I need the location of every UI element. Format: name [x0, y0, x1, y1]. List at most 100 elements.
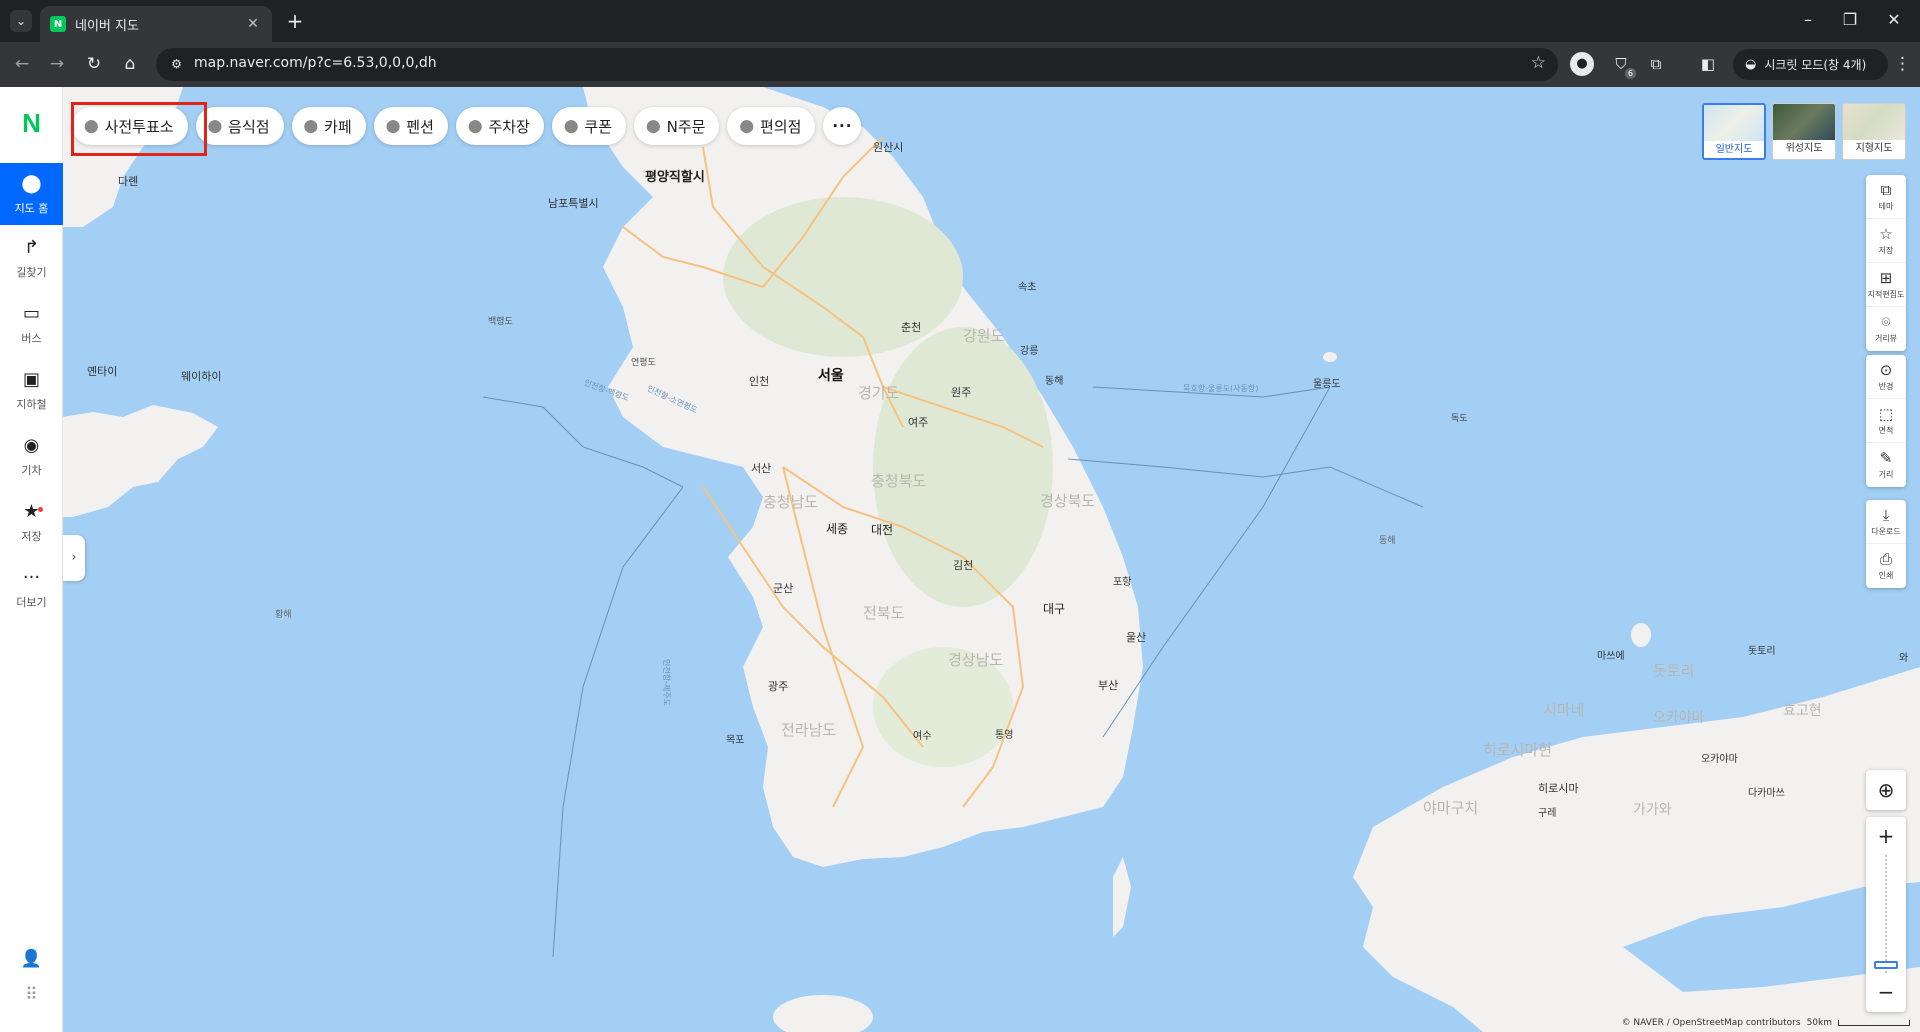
map-label-city[interactable]: 여수	[913, 727, 931, 742]
chip-early-voting[interactable]: ⬤ 사전투표소	[72, 107, 188, 145]
map-label-city[interactable]: 마쓰에	[1597, 647, 1625, 662]
forward-icon[interactable]: →	[45, 52, 69, 76]
map-label-city[interactable]: 김천	[953, 557, 973, 573]
site-info-icon[interactable]: ⚙	[168, 56, 185, 73]
map-label-city[interactable]: 광주	[768, 678, 788, 694]
map-label-city[interactable]: 평양직할시	[645, 166, 705, 185]
tab-close-icon[interactable]: ✕	[244, 16, 262, 32]
map-label-city[interactable]: 옌타이	[87, 363, 117, 379]
ublock-extension-icon[interactable]: ⛉ 6	[1608, 51, 1636, 79]
map-label-city[interactable]: 세종	[826, 520, 848, 537]
url-text[interactable]: map.naver.com/p?c=6.53,0,0,0,dh	[194, 55, 437, 71]
sidebar-item-label: 길찾기	[16, 265, 47, 279]
zoom-slider-track[interactable]	[1885, 855, 1887, 973]
map-label-city[interactable]: 연평도	[631, 355, 656, 368]
bookmark-star-icon[interactable]: ☆	[1531, 53, 1546, 73]
tool-street-view[interactable]: ⌾ 거리뷰	[1866, 307, 1906, 351]
map-label-city[interactable]: 춘천	[901, 319, 921, 335]
sidebar-item-map-home[interactable]: ⬤ 지도 홈	[0, 163, 63, 225]
map-label-city[interactable]: 목포	[726, 731, 744, 746]
new-tab-button[interactable]: +	[283, 9, 307, 33]
panel-expand-icon[interactable]: ›	[63, 535, 85, 581]
browser-menu-icon[interactable]: ⋮	[1894, 52, 1911, 76]
browser-tab[interactable]: N 네이버 지도 ✕	[40, 6, 272, 42]
map-label-city[interactable]: 동해	[1045, 372, 1063, 387]
home-icon[interactable]: ⌂	[118, 52, 142, 76]
map-label-city[interactable]: 군산	[773, 580, 793, 596]
chip-n-order[interactable]: ⬤ N주문	[634, 107, 720, 145]
address-bar[interactable]: ⚙ map.naver.com/p?c=6.53,0,0,0,dh ☆	[156, 48, 1558, 81]
map-label-city[interactable]: 속초	[1018, 278, 1036, 293]
incognito-indicator[interactable]: ◒ 시크릿 모드(창 4개)	[1733, 49, 1888, 80]
back-icon[interactable]: ←	[10, 52, 34, 76]
map-label-city[interactable]: 다롄	[118, 173, 138, 189]
map-label-city[interactable]: 백령도	[488, 314, 513, 327]
chip-parking[interactable]: ⬤ 주차장	[455, 107, 544, 145]
tool-print[interactable]: ⎙ 인쇄	[1866, 544, 1906, 588]
map-label-city[interactable]: 포항	[1113, 573, 1131, 588]
tool-save[interactable]: ☆ 저장	[1866, 219, 1906, 263]
tool-area[interactable]: ⬚ 면적	[1866, 399, 1906, 443]
chip-pension[interactable]: ⬤ 펜션	[373, 107, 448, 145]
chip-cafe[interactable]: ⬤ 카페	[291, 107, 366, 145]
tool-radius[interactable]: ⊙ 반경	[1866, 355, 1906, 399]
map-label-city[interactable]: 대전	[871, 521, 893, 538]
map-label-city[interactable]: 울릉도	[1313, 375, 1341, 390]
map-label-city[interactable]: 인천	[749, 373, 769, 389]
side-panel-icon[interactable]: ◧	[1695, 51, 1721, 77]
map-label-city[interactable]: 돗토리	[1748, 642, 1776, 657]
map-label-city[interactable]: 서울	[818, 365, 844, 385]
tool-download[interactable]: ⤓ 다운로드	[1866, 500, 1906, 544]
map-label-city[interactable]: 오카야마	[1701, 750, 1738, 765]
chip-coupon[interactable]: ⬤ 쿠폰	[551, 107, 627, 145]
map-type-satellite[interactable]: 위성지도	[1772, 103, 1836, 160]
sidebar-item-subway[interactable]: ▣ 지하철	[0, 359, 63, 421]
more-categories-button[interactable]: ···	[823, 107, 862, 145]
map-label-city[interactable]: 독도	[1451, 411, 1468, 424]
map-label-city[interactable]: 울산	[1126, 629, 1146, 645]
user-profile-icon[interactable]: 👤	[0, 949, 63, 969]
sidebar-item-label: 기차	[21, 463, 42, 477]
map-label-city[interactable]: 구레	[1538, 804, 1556, 819]
sidebar-item-directions[interactable]: ↱ 길찾기	[0, 227, 63, 289]
map-label-city[interactable]: 원주	[951, 384, 971, 400]
sidebar-item-more[interactable]: ··· 더보기	[0, 557, 63, 619]
chip-restaurant[interactable]: ⬤ 음식점	[195, 107, 284, 145]
minimize-icon[interactable]: –	[1796, 8, 1820, 32]
map-type-normal[interactable]: 일반지도	[1702, 103, 1766, 160]
sidebar-item-bus[interactable]: ▭ 버스	[0, 293, 63, 355]
tool-cadastral[interactable]: ⊞ 지적편집도	[1866, 263, 1906, 307]
map-label-city[interactable]: 다카마쓰	[1748, 784, 1785, 799]
map-label-city[interactable]: 원산시	[873, 139, 903, 155]
map-canvas[interactable]: 평양직할시 남포특별시 원산시 서울 인천 춘천 강릉 동해 원주 여주 서산 …	[63, 87, 1920, 1032]
map-label-city[interactable]: 여주	[908, 414, 928, 430]
tool-theme[interactable]: ⧉ 테마	[1866, 175, 1906, 219]
zoom-slider-handle[interactable]	[1874, 960, 1898, 969]
naver-logo[interactable]: N	[0, 101, 63, 145]
extensions-puzzle-icon[interactable]: ⧉	[1643, 51, 1669, 77]
current-location-icon[interactable]: ⊕	[1866, 770, 1906, 810]
map-label-city[interactable]: 히로시마	[1538, 780, 1578, 796]
restore-icon[interactable]: ❐	[1838, 8, 1862, 32]
tool-distance[interactable]: ✎ 거리	[1866, 443, 1906, 487]
ghost-extension-icon[interactable]: ●	[1570, 52, 1594, 76]
map-label-region: 와	[1899, 653, 1909, 664]
app-grid-icon[interactable]: ⠿	[0, 985, 63, 1005]
map-label-city[interactable]: 웨이하이	[181, 368, 221, 384]
sidebar-item-train[interactable]: ◉ 기차	[0, 425, 63, 487]
zoom-in-button[interactable]: +	[1866, 819, 1906, 853]
zoom-out-button[interactable]: −	[1866, 975, 1906, 1009]
chip-convenience-store[interactable]: ⬤ 편의점	[727, 107, 816, 145]
tab-search-button[interactable]: ⌄	[10, 10, 32, 32]
close-window-icon[interactable]: ✕	[1882, 8, 1906, 32]
map-label-city[interactable]: 남포특별시	[548, 195, 599, 211]
sidebar-item-saved[interactable]: ★ 저장	[0, 491, 63, 553]
map-label-city[interactable]: 서산	[751, 460, 771, 476]
map-label-city[interactable]: 통영	[995, 726, 1013, 741]
map-type-terrain[interactable]: 지형지도	[1842, 103, 1906, 160]
map-label-city[interactable]: 부산	[1098, 677, 1118, 693]
attribution-text[interactable]: © NAVER / OpenStreetMap contributors	[1622, 1018, 1801, 1028]
map-label-city[interactable]: 대구	[1043, 600, 1065, 617]
map-label-city[interactable]: 강릉	[1020, 342, 1038, 357]
reload-icon[interactable]: ↻	[82, 52, 106, 76]
